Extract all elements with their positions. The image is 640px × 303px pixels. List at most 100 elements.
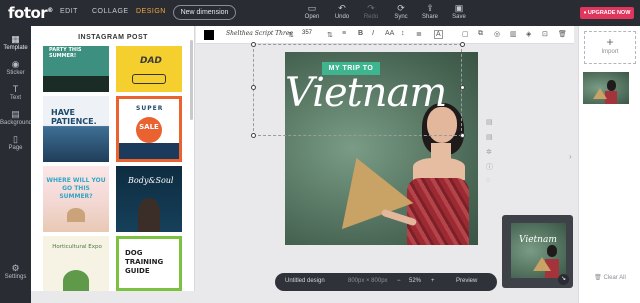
plant-shape	[63, 270, 89, 291]
layer-icon[interactable]: ◎	[494, 30, 500, 38]
text-style-icon[interactable]: A	[434, 30, 443, 39]
sync-button[interactable]: ⟳ Sync	[388, 3, 414, 20]
panel-title: INSTAGRAM POST	[78, 34, 148, 41]
template-thumb-dad[interactable]: DAD	[116, 46, 182, 92]
sale-footer	[119, 143, 179, 159]
bold-icon[interactable]: B	[358, 30, 363, 37]
woman-shoulders	[413, 158, 465, 180]
resize-handle-bl[interactable]	[251, 133, 256, 138]
minimap-headline: Vietnam	[519, 235, 557, 245]
new-dimension-button[interactable]: New dimension	[173, 5, 236, 20]
design-dimensions: 800px × 800px	[348, 278, 388, 284]
fotor-design-app: fotor® EDIT COLLAGE DESIGN New dimension…	[0, 0, 640, 303]
font-size-select[interactable]: 357	[302, 30, 312, 36]
line-spacing-icon[interactable]: ≣	[416, 30, 422, 38]
template-thumb-body-soul[interactable]: Body&Soul	[116, 166, 182, 232]
import-button[interactable]: + Import	[584, 31, 636, 64]
page-thumbnail[interactable]	[583, 72, 629, 104]
redo-button[interactable]: ↷ Redo	[358, 3, 384, 20]
left-icon-sidebar: ▦ Template ◉ Sticker T Text ▤ Background…	[0, 26, 32, 303]
design-title[interactable]: Untitled design	[285, 278, 325, 284]
fotor-logo[interactable]: fotor®	[8, 4, 53, 22]
upgrade-now-button[interactable]: ♦ UPGRADE NOW	[580, 7, 634, 19]
sidebar-item-text[interactable]: T Text	[0, 84, 31, 101]
lock-icon[interactable]: ⊡	[542, 30, 548, 38]
palm-shape	[43, 76, 109, 92]
minimap-collapse-icon[interactable]: ↘	[558, 274, 569, 285]
minimap-preview: Vietnam	[511, 223, 566, 278]
template-icon: ▦	[11, 34, 20, 44]
sidebar-item-sticker[interactable]: ◉ Sticker	[0, 59, 31, 76]
template-thumb-sale[interactable]: SUPER SALE	[116, 96, 182, 162]
folder-icon: ▭	[307, 3, 317, 13]
redo-icon: ↷	[367, 3, 375, 13]
info-icon[interactable]: ⓘ	[486, 162, 493, 172]
nav-design[interactable]: DESIGN	[136, 8, 166, 15]
preview-button[interactable]: Preview	[456, 278, 477, 284]
background-icon: ▤	[11, 109, 20, 119]
gear-icon: ⚙	[11, 263, 20, 273]
sidebar-item-settings[interactable]: ⚙ Settings	[0, 263, 31, 280]
resize-handle-tl[interactable]	[251, 42, 256, 47]
effects-icon[interactable]: ▢	[462, 30, 469, 38]
minimap-hat	[533, 257, 551, 271]
template-thumb-dog[interactable]: DOG TRAINING GUIDE	[116, 236, 182, 291]
page-thumb-hair	[607, 80, 616, 91]
resize-handle-left[interactable]	[251, 85, 256, 90]
position-icon[interactable]: ▥	[510, 30, 517, 38]
settings-small-icon[interactable]: ✲	[486, 148, 492, 156]
font-family-select[interactable]: Shelthea Script Three	[226, 30, 296, 37]
share-icon: ⇪	[426, 3, 434, 13]
glasses-shape	[132, 74, 166, 84]
zoom-in-button[interactable]: +	[431, 278, 435, 284]
chat-icon[interactable]: ◌	[486, 177, 490, 184]
zoom-out-button[interactable]: −	[397, 278, 401, 284]
chevron-right-icon[interactable]: ›	[569, 152, 572, 161]
save-icon: ▣	[454, 3, 464, 13]
woman-dress	[407, 178, 469, 245]
trash-icon[interactable]: 🗑	[558, 30, 567, 38]
sync-icon: ⟳	[397, 3, 405, 13]
open-button[interactable]: ▭ Open	[299, 3, 325, 20]
stack-icon[interactable]: ◈	[526, 30, 531, 38]
sidebar-item-template[interactable]: ▦ Template	[0, 34, 31, 51]
size-dropdown-caret[interactable]: ⇅	[327, 31, 333, 39]
pages-panel: + Import 🗑 Clear All	[578, 26, 640, 303]
share-button[interactable]: ⇪ Share	[417, 3, 443, 20]
resize-handle-tr[interactable]	[460, 42, 465, 47]
resize-handle-br[interactable]	[460, 133, 465, 138]
template-panel: INSTAGRAM POST PARTY THIS SUMMER! DAD HA…	[31, 26, 195, 291]
text-icon: T	[12, 84, 19, 94]
align-icon[interactable]: ≡	[342, 30, 346, 37]
top-bar: fotor® EDIT COLLAGE DESIGN New dimension…	[0, 0, 640, 26]
text-color-swatch[interactable]	[204, 30, 214, 40]
nav-edit[interactable]: EDIT	[60, 8, 78, 15]
sidebar-item-page[interactable]: ▯ Page	[0, 134, 31, 151]
plus-icon: +	[606, 35, 614, 49]
undo-button[interactable]: ↶ Undo	[329, 3, 355, 20]
headline-vietnam[interactable]: Vietnam	[285, 70, 447, 116]
copy-icon[interactable]: ⧉	[478, 30, 483, 38]
template-thumb-summer-party[interactable]: PARTY THIS SUMMER!	[43, 46, 109, 92]
template-thumb-horticultural[interactable]: Horticultural Expo	[43, 236, 109, 291]
panel-scrollbar[interactable]	[190, 40, 193, 120]
nav-collage[interactable]: COLLAGE	[92, 8, 129, 15]
bottom-bar: Untitled design 800px × 800px − 52% + Pr…	[275, 273, 497, 291]
save-button[interactable]: ▣ Save	[446, 3, 472, 20]
template-thumb-patience[interactable]: HAVE PATIENCE.	[43, 96, 109, 162]
page-icon: ▯	[13, 134, 18, 144]
italic-icon[interactable]: I	[372, 30, 374, 37]
clear-all-button[interactable]: 🗑 Clear All	[579, 274, 640, 281]
note-icon-2[interactable]: ▤	[486, 133, 493, 141]
hat-shape	[67, 208, 85, 222]
letter-spacing-icon[interactable]: ↕	[401, 30, 405, 37]
person-silhouette	[138, 198, 160, 232]
uppercase-icon[interactable]: AA	[385, 30, 394, 37]
undo-icon: ↶	[338, 3, 346, 13]
sidebar-item-background[interactable]: ▤ Background	[0, 109, 32, 126]
template-thumb-summer-question[interactable]: WHERE WILL YOU GO THIS SUMMER?	[43, 166, 109, 232]
note-icon[interactable]: ▤	[486, 118, 493, 126]
canvas-minimap[interactable]: Vietnam ↘	[502, 215, 573, 288]
minimap-hair	[547, 245, 557, 257]
resize-handle-right[interactable]	[460, 85, 465, 90]
